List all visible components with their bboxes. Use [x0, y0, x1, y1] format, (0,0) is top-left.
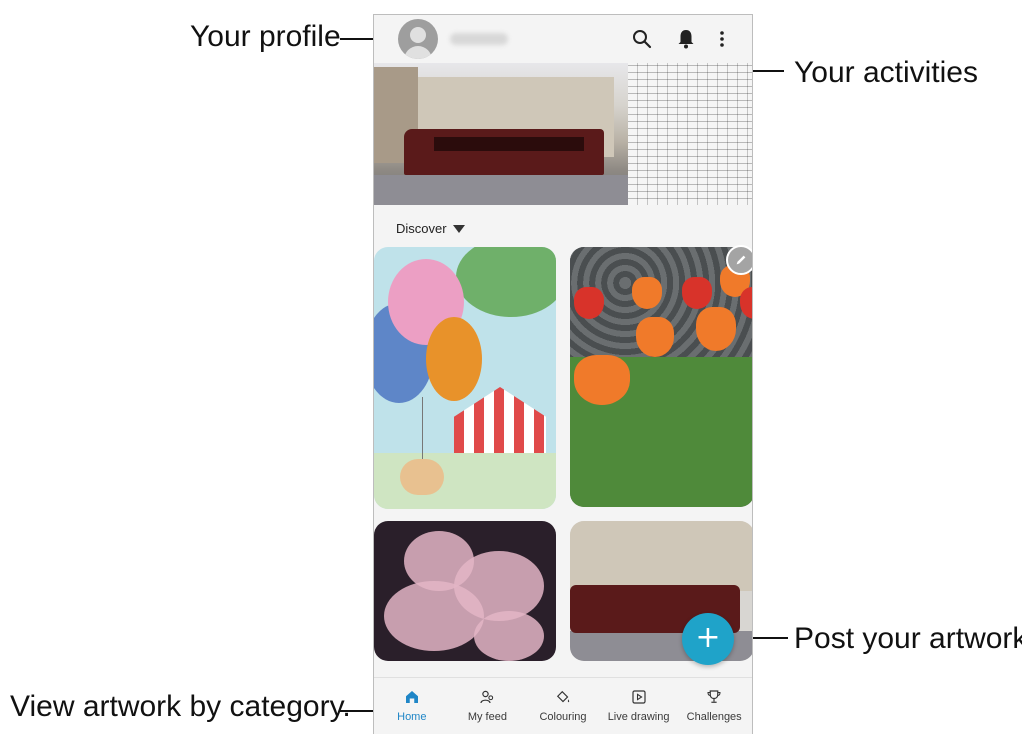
more-vert-icon[interactable] — [710, 27, 734, 51]
plus-icon: + — [695, 619, 721, 655]
app-bar — [374, 15, 752, 63]
callout-post-artwork: Post your artwork. — [794, 622, 1022, 655]
nav-label-colouring: Colouring — [539, 711, 587, 723]
home-icon — [405, 691, 418, 703]
phone-screen: Discover + Home My feed Colouring Live d… — [373, 14, 753, 734]
discover-label: Discover — [396, 221, 447, 236]
caret-down-icon — [452, 224, 465, 233]
paint-bucket-icon — [556, 690, 570, 703]
bottom-navigation: Home My feed Colouring Live drawing Chal… — [374, 677, 752, 734]
profile-avatar[interactable] — [398, 19, 438, 59]
nav-colouring[interactable]: Colouring — [525, 678, 601, 734]
nav-home[interactable]: Home — [374, 678, 450, 734]
nav-label-home: Home — [397, 711, 427, 723]
callout-your-profile: Your profile — [190, 20, 341, 53]
nav-challenges[interactable]: Challenges — [676, 678, 752, 734]
play-icon — [631, 690, 646, 704]
callout-view-by-category: View artwork by category. — [10, 690, 351, 723]
nav-label-live-drawing: Live drawing — [607, 711, 670, 723]
artwork-card-blossoms[interactable] — [374, 521, 556, 661]
trophy-icon — [707, 690, 721, 703]
username-blurred — [450, 33, 508, 45]
bell-icon[interactable] — [674, 27, 698, 51]
discover-dropdown[interactable]: Discover — [396, 221, 465, 236]
banner-photo-tram — [374, 63, 628, 205]
artwork-card-tulips[interactable] — [570, 247, 752, 507]
post-artwork-button[interactable]: + — [682, 613, 734, 665]
banner-sketch-street — [628, 63, 752, 205]
artwork-card-balloons[interactable] — [374, 247, 556, 509]
nav-label-challenges: Challenges — [686, 711, 742, 723]
nav-label-my-feed: My feed — [467, 711, 507, 723]
people-icon — [480, 690, 494, 704]
edit-pencil-icon[interactable] — [726, 245, 752, 275]
search-icon[interactable] — [630, 27, 654, 51]
callout-your-activities: Your activities — [794, 56, 978, 89]
nav-my-feed[interactable]: My feed — [450, 678, 526, 734]
nav-live-drawing[interactable]: Live drawing — [601, 678, 677, 734]
featured-banner[interactable] — [374, 63, 752, 205]
